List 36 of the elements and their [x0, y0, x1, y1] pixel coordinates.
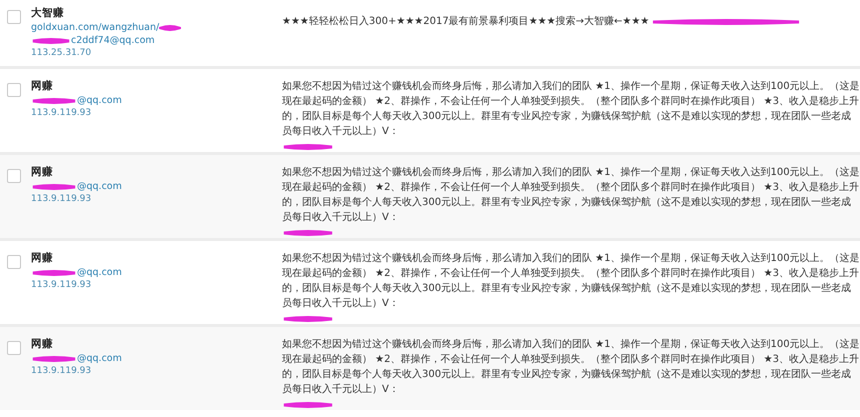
author-name: 网赚 [31, 165, 54, 179]
comment-text: ★★★轻轻松松日入300+★★★2017最有前景暴利项目★★★搜索→大智赚←★★★ [282, 14, 650, 29]
redaction-mark [31, 355, 77, 362]
author-email[interactable]: c2ddf74@qq.com [71, 35, 155, 46]
author-url[interactable]: goldxuan.com/wangzhuan/ [31, 22, 160, 33]
comment-text: 如果您不想因为错过这个赚钱机会而终身后悔，那么请加入我们的团队 ★1、操作一个星期，保证每天收入达到100元以上。（这是现在最起码的金额） ★2、群操作，不会让任何一个人单独受到损失。（整个团队多个群同时在操作此项目） ★3、收入是稳步上升的，团队目标是每个人每天收入300元以上。群里有专业风控专家，为赚钱保驾护航（这不是难以实现的梦想，现在团队一些老成员每日收入千元以上）V： [282, 338, 860, 397]
author-ip[interactable]: 113.9.119.93 [31, 194, 271, 204]
row-checkbox[interactable] [7, 10, 21, 24]
comment-text: 如果您不想因为错过这个赚钱机会而终身后悔，那么请加入我们的团队 ★1、操作一个星期，保证每天收入达到100元以上。（这是现在最起码的金额） ★2、群操作，不会让任何一个人单独受到损失。（整个团队多个群同时在操作此项目） ★3、收入是稳步上升的，团队目标是每个人每天收入300元以上。群里有专业风控专家，为赚钱保驾护航（这不是难以实现的梦想，现在团队一些老成员每日收入千元以上）V： [282, 80, 860, 139]
redaction-mark [282, 143, 334, 150]
author-email[interactable]: @qq.com [77, 181, 122, 192]
redaction-mark [31, 183, 77, 190]
redaction-mark [282, 229, 334, 236]
comment-text: 如果您不想因为错过这个赚钱机会而终身后悔，那么请加入我们的团队 ★1、操作一个星期，保证每天收入达到100元以上。（这是现在最起码的金额） ★2、群操作，不会让任何一个人单独受到损失。（整个团队多个群同时在操作此项目） ★3、收入是稳步上升的，团队目标是每个人每天收入300元以上。群里有专业风控专家，为赚钱保驾护航（这不是难以实现的梦想，现在团队一些老成员每日收入千元以上）V： [282, 166, 860, 225]
comment-text: 如果您不想因为错过这个赚钱机会而终身后悔，那么请加入我们的团队 ★1、操作一个星期，保证每天收入达到100元以上。（这是现在最起码的金额） ★2、群操作，不会让任何一个人单独受到损失。（整个团队多个群同时在操作此项目） ★3、收入是稳步上升的，团队目标是每个人每天收入300元以上。群里有专业风控专家，为赚钱保驾护航（这不是难以实现的梦想，现在团队一些老成员每日收入千元以上）V： [282, 252, 860, 311]
row-checkbox[interactable] [7, 169, 21, 183]
author-name: 网赚 [31, 79, 54, 93]
author-name: 大智赚 [31, 6, 65, 20]
author-ip[interactable]: 113.9.119.93 [31, 280, 271, 290]
redaction-mark [31, 269, 77, 276]
row-checkbox[interactable] [7, 83, 21, 97]
redaction-mark [282, 315, 334, 322]
row-checkbox[interactable] [7, 255, 21, 269]
author-email[interactable]: @qq.com [77, 267, 122, 278]
author-name: 网赚 [31, 337, 54, 351]
author-ip[interactable]: 113.9.119.93 [31, 366, 271, 376]
row-checkbox[interactable] [7, 341, 21, 355]
redaction-mark [31, 37, 71, 44]
author-ip[interactable]: 113.9.119.93 [31, 108, 271, 118]
redaction-mark [159, 24, 182, 31]
author-name: 网赚 [31, 251, 54, 265]
author-email[interactable]: @qq.com [77, 95, 122, 106]
redaction-mark [31, 97, 77, 104]
author-ip[interactable]: 113.25.31.70 [31, 48, 271, 58]
author-email[interactable]: @qq.com [77, 353, 122, 364]
redaction-mark [282, 401, 334, 408]
